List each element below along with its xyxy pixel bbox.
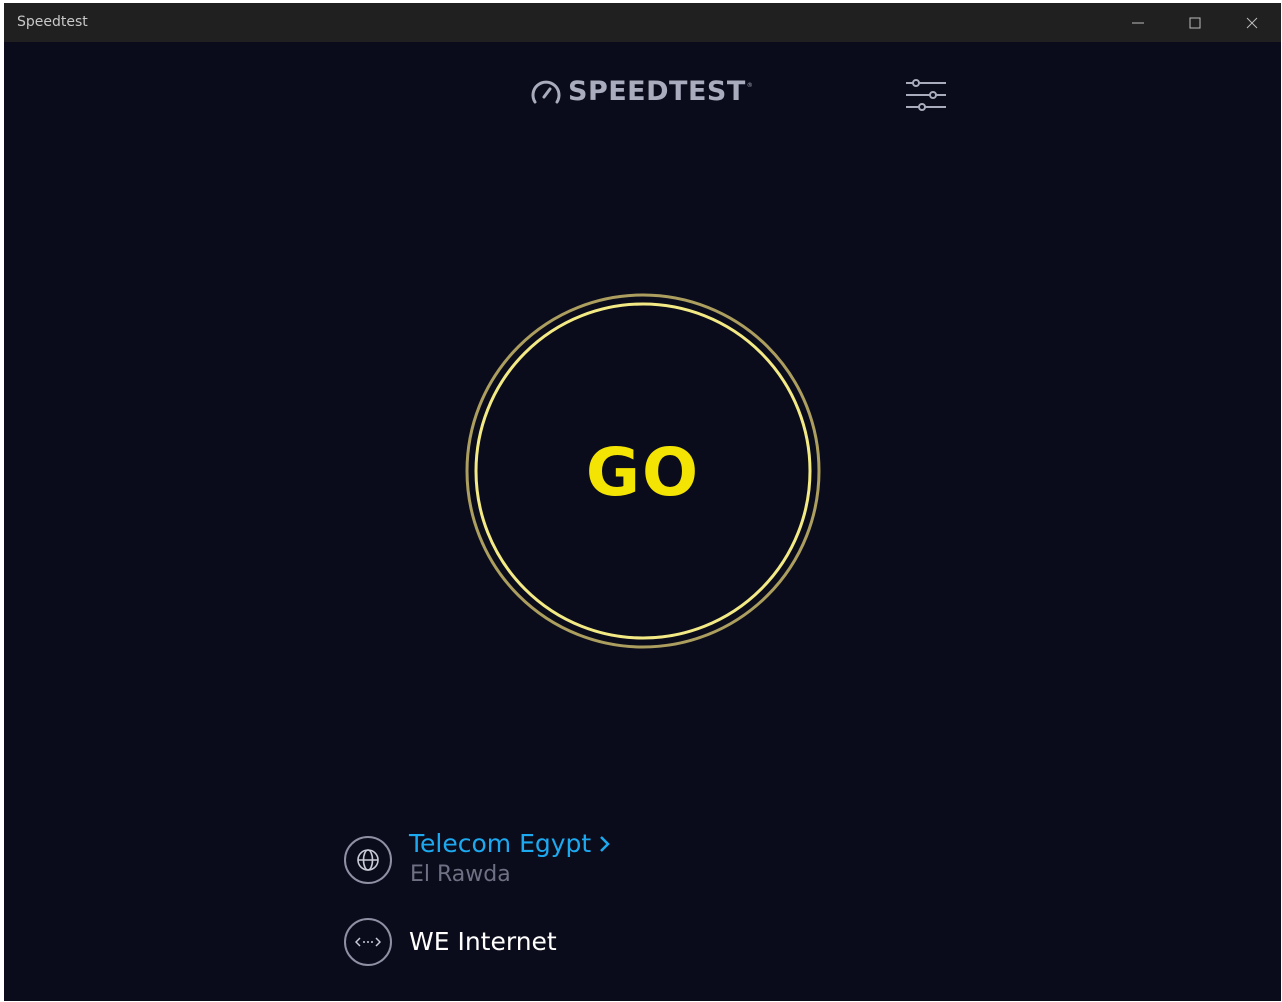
title-bar: Speedtest [4, 3, 1281, 42]
go-label: GO [585, 433, 701, 511]
window-title: Speedtest [17, 14, 88, 30]
chevron-right-icon [599, 835, 611, 853]
speedtest-logo: SPEEDTEST ® [530, 76, 753, 107]
go-button[interactable]: GO [464, 292, 822, 650]
minimize-icon [1132, 22, 1144, 23]
close-icon [1246, 17, 1258, 28]
settings-sliders-icon [906, 79, 946, 111]
speedometer-icon [531, 80, 561, 103]
globe-icon [357, 849, 379, 871]
connection-icon [355, 937, 381, 947]
settings-button[interactable] [905, 79, 947, 113]
isp-icon-circle [344, 918, 392, 966]
close-button[interactable] [1224, 3, 1280, 42]
maximize-icon [1189, 17, 1201, 28]
isp-name: WE Internet [409, 927, 557, 956]
server-provider-label: Telecom Egypt [409, 829, 592, 858]
minimize-button[interactable] [1110, 3, 1166, 42]
server-provider[interactable]: Telecom Egypt [409, 829, 611, 858]
server-icon-circle [344, 836, 392, 884]
app-window: Speedtest SPEEDTEST ® GO Telecom Egypt E… [4, 3, 1281, 1001]
maximize-button[interactable] [1167, 3, 1223, 42]
logo-text: SPEEDTEST [568, 76, 746, 107]
logo-trademark: ® [746, 82, 753, 89]
server-location: El Rawda [410, 862, 511, 887]
